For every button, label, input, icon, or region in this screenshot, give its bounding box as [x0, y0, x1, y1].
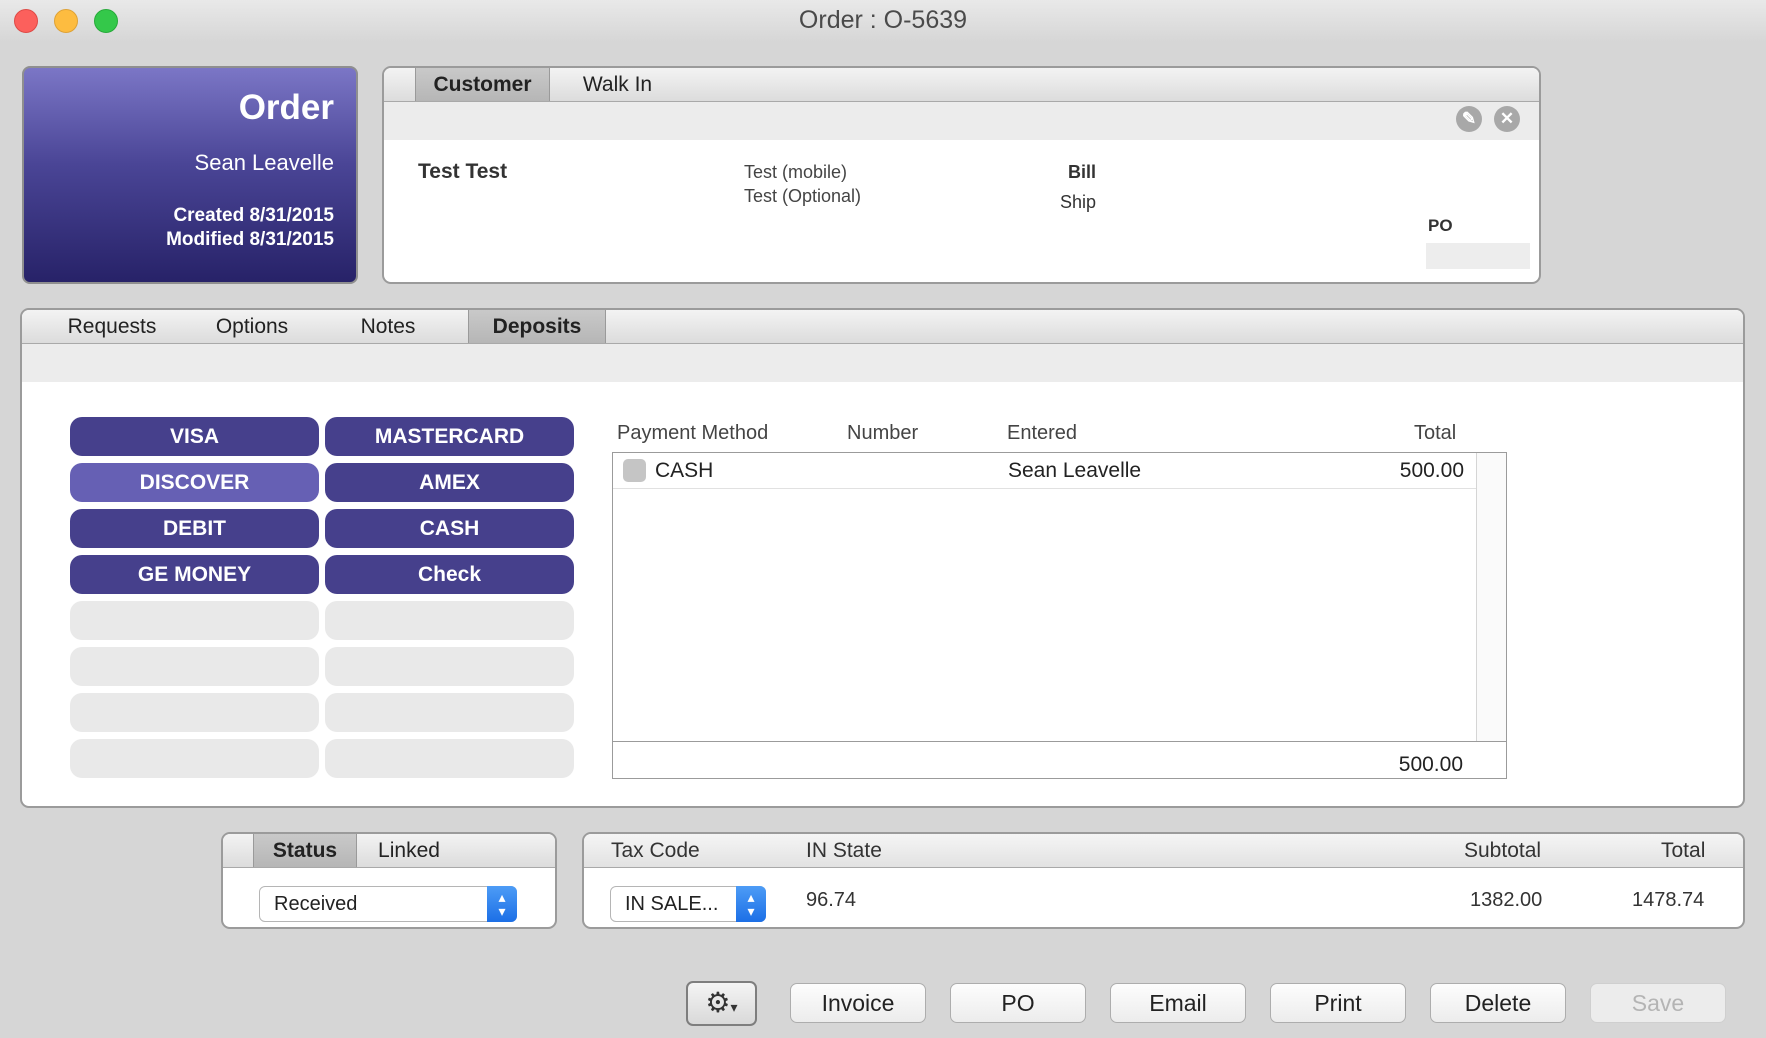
visa-button[interactable]: VISA [70, 417, 319, 456]
print-button[interactable]: Print [1270, 983, 1406, 1023]
po-field[interactable] [1426, 243, 1530, 269]
main-tabbar: Requests Options Notes Deposits [22, 310, 1743, 344]
po-button[interactable]: PO [950, 983, 1086, 1023]
invoice-button[interactable]: Invoice [790, 983, 926, 1023]
bill-label: Bill [1068, 162, 1097, 182]
ge-money-button[interactable]: GE MONEY [70, 555, 319, 594]
empty-payment-slot [70, 693, 319, 732]
table-scrollbar[interactable] [1476, 453, 1506, 741]
tab-customer[interactable]: Customer [415, 68, 550, 101]
tab-walk-in[interactable]: Walk In [550, 68, 685, 101]
order-created-date: Created 8/31/2015 [173, 205, 334, 226]
ship-label: Ship [1060, 192, 1097, 212]
tab-requests[interactable]: Requests [52, 310, 172, 343]
subtotal-value: 1382.00 [1470, 889, 1543, 911]
customer-panel: Customer Walk In ✎ ✕ Test Test Test (mob… [382, 66, 1541, 284]
tab-linked[interactable]: Linked [357, 834, 461, 867]
deposits-table: CASH Sean Leavelle 500.00 500.00 [612, 452, 1507, 779]
status-panel: Status Linked Received ▴ ▾ [221, 832, 557, 929]
customer-phone-mobile: Test (mobile) [744, 162, 848, 182]
tab-options[interactable]: Options [192, 310, 312, 343]
save-button[interactable]: Save [1590, 983, 1726, 1023]
chevron-updown-icon: ▴ ▾ [487, 886, 517, 922]
order-card: Order Sean Leavelle Created 8/31/2015 Mo… [22, 66, 358, 284]
po-label: PO [1428, 216, 1453, 235]
email-button[interactable]: Email [1110, 983, 1246, 1023]
deposits-panel: Requests Options Notes Deposits VISA MAS… [20, 308, 1745, 808]
dropdown-arrow-icon: ▾ [730, 999, 738, 1015]
order-card-title: Order [238, 88, 334, 127]
discover-button[interactable]: DISCOVER [70, 463, 319, 502]
gear-menu-button[interactable]: ⚙▾ [686, 981, 757, 1026]
edit-icon[interactable]: ✎ [1456, 106, 1482, 132]
row-total: 500.00 [1399, 459, 1464, 482]
mastercard-button[interactable]: MASTERCARD [325, 417, 574, 456]
chevron-updown-icon: ▴ ▾ [736, 886, 766, 922]
row-method: CASH [655, 459, 714, 482]
subtotal-header: Subtotal [1464, 839, 1542, 862]
tab-deposits[interactable]: Deposits [468, 310, 606, 343]
row-entered: Sean Leavelle [1008, 459, 1142, 482]
empty-payment-slot [70, 601, 319, 640]
status-select-value: Received [274, 893, 358, 915]
col-payment-method[interactable]: Payment Method [617, 422, 768, 445]
tab-status[interactable]: Status [253, 834, 357, 867]
empty-payment-slot [325, 693, 574, 732]
amex-button[interactable]: AMEX [325, 463, 574, 502]
deposits-grand-total: 500.00 [1398, 753, 1463, 776]
col-entered[interactable]: Entered [1007, 422, 1077, 445]
col-number[interactable]: Number [847, 422, 918, 445]
clear-icon[interactable]: ✕ [1494, 106, 1520, 132]
table-row[interactable]: CASH Sean Leavelle 500.00 [613, 453, 1476, 489]
status-tabbar: Status Linked [223, 834, 555, 868]
customer-tabbar: Customer Walk In [384, 68, 1539, 102]
empty-payment-slot [70, 647, 319, 686]
tax-code-value: IN SALE... [625, 893, 719, 915]
customer-toolbar: ✎ ✕ [384, 102, 1539, 140]
in-state-value: 96.74 [806, 889, 857, 911]
tax-code-header: Tax Code [611, 839, 700, 862]
tax-panel: Tax Code IN State Subtotal Total IN SALE… [582, 832, 1745, 929]
tax-header [584, 834, 1743, 868]
total-value: 1478.74 [1632, 889, 1705, 911]
empty-payment-slot [325, 739, 574, 778]
row-checkbox[interactable] [623, 459, 646, 482]
col-total[interactable]: Total [1414, 422, 1456, 445]
empty-payment-slot [325, 601, 574, 640]
debit-button[interactable]: DEBIT [70, 509, 319, 548]
delete-button[interactable]: Delete [1430, 983, 1566, 1023]
gear-icon: ⚙ [705, 987, 731, 1018]
order-modified-date: Modified 8/31/2015 [166, 229, 334, 250]
in-state-header: IN State [806, 839, 882, 862]
check-button[interactable]: Check [325, 555, 574, 594]
tax-code-select[interactable]: IN SALE... ▴ ▾ [610, 886, 766, 922]
customer-name: Test Test [418, 160, 508, 183]
customer-phone-optional: Test (Optional) [744, 186, 862, 206]
total-header: Total [1661, 839, 1706, 862]
empty-payment-slot [70, 739, 319, 778]
status-select[interactable]: Received ▴ ▾ [259, 886, 517, 922]
empty-payment-slot [325, 647, 574, 686]
order-card-name: Sean Leavelle [194, 150, 334, 175]
cash-button[interactable]: CASH [325, 509, 574, 548]
window-title: Order : O-5639 [798, 6, 968, 34]
title-bar: Order : O-5639 [0, 0, 1766, 42]
table-footer-divider [613, 741, 1506, 742]
deposits-toolbar [22, 344, 1743, 382]
tab-notes[interactable]: Notes [328, 310, 448, 343]
